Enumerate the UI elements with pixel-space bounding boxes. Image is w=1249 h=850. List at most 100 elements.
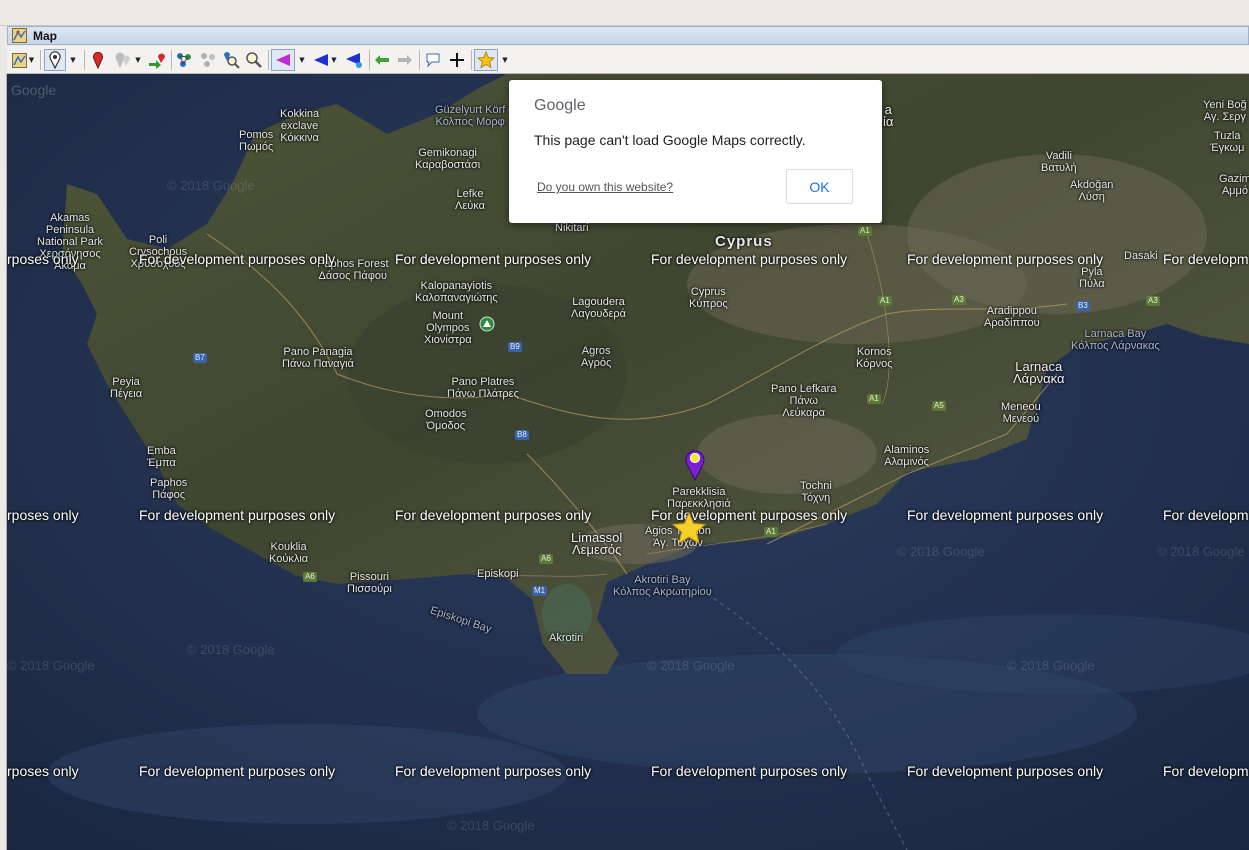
place-label-nicosia-fragment: a ία — [883, 102, 894, 129]
map-panel-titlebar: Map — [7, 26, 1249, 45]
crosshair-button[interactable] — [447, 49, 467, 71]
place-label-limassol: Limassol Λεμεσός — [571, 530, 623, 557]
blue-arrow-button[interactable]: ▼ — [309, 49, 341, 71]
toolbar-divider — [419, 50, 420, 70]
place-label-paphos: Paphos Πάφος — [150, 477, 188, 501]
google-logo: Google — [11, 82, 57, 98]
maps-error-dialog: Google This page can't load Google Maps … — [509, 80, 882, 223]
place-label-peyia: Peyia Πέγεια — [110, 376, 143, 400]
place-label-meneou: Meneou Μενεού — [1001, 401, 1041, 425]
dev-watermark: For development purposes only — [907, 507, 1104, 523]
dev-watermark: rposes only — [7, 507, 79, 523]
place-label-kouklia: Kouklia Κούκλια — [269, 541, 309, 565]
magnify-pins-icon — [224, 52, 240, 69]
toolbar-divider — [40, 50, 41, 70]
red-marker-button[interactable] — [88, 49, 108, 71]
place-label-episkopi: Episkopi — [477, 568, 519, 580]
road-shield-a5: A5 — [932, 401, 946, 411]
road-shield-a1: A1 — [858, 226, 872, 236]
annotation-button[interactable] — [423, 49, 443, 71]
blue-arrow-alt-button[interactable] — [343, 49, 365, 71]
grey-right-arrow-icon — [398, 55, 412, 65]
place-label-emba: Emba Έμπα — [147, 445, 176, 469]
cluster-faded-icon — [201, 53, 215, 67]
place-label-pomos: Pomos Πωμός — [239, 129, 274, 153]
green-left-arrow-icon — [375, 55, 389, 65]
road-shield-a1: A1 — [867, 394, 881, 404]
favorite-dropdown[interactable]: ▼ — [499, 49, 509, 71]
find-markers-button[interactable] — [221, 49, 241, 71]
road-shield-a3: A3 — [1146, 296, 1160, 306]
location-marker-pin-icon[interactable] — [684, 447, 706, 481]
map-window-icon — [12, 28, 27, 43]
place-label-larnaca-bay: Larnaca Bay Κόλπος Λάρνακας — [1071, 328, 1160, 352]
place-label-kornos: Kornos Κόρνος — [856, 346, 893, 370]
place-label-kalopanayiotis: Kalopanayiotis Καλοπαναγιώτης — [415, 280, 498, 304]
ok-button[interactable]: OK — [786, 169, 853, 204]
place-label-gemikonagi: Gemikonagi Καραβοστάσι — [415, 147, 481, 171]
cluster-faded-button[interactable] — [198, 49, 218, 71]
own-website-link[interactable]: Do you own this website? — [537, 180, 673, 194]
place-label-cyprus-small: Cyprus Κύπρος — [689, 286, 728, 310]
place-label-tuzla: Tuzla Έγκωμ — [1210, 130, 1245, 154]
place-label-agros: Agros Αγρός — [581, 345, 612, 369]
route-marker-button[interactable] — [146, 49, 168, 71]
map-type-button[interactable]: ▼ — [10, 49, 36, 71]
toolbar-divider — [369, 50, 370, 70]
marker-tool-button[interactable] — [44, 49, 66, 71]
chevron-down-icon: ▼ — [28, 56, 35, 64]
copyright-watermark: © 2018 Google — [897, 544, 985, 559]
road-shield-a6: A6 — [303, 572, 317, 582]
place-label-pano-panagia: Pano Panagia Πάνω Παναγιά — [282, 346, 354, 370]
cluster-button[interactable] — [174, 49, 194, 71]
zoom-button[interactable] — [244, 49, 264, 71]
dev-watermark: For development purposes only — [907, 763, 1104, 779]
place-label-pyla: Pyla Πύλα — [1079, 266, 1105, 290]
dev-watermark: rposes only — [7, 763, 79, 779]
chevron-down-icon: ▼ — [502, 56, 508, 64]
left-splitter[interactable] — [0, 74, 7, 850]
place-label-nikitari: Nikitari — [555, 222, 589, 234]
chevron-down-icon: ▼ — [135, 56, 141, 64]
chevron-down-icon: ▼ — [331, 56, 337, 64]
road-shield-a3: A3 — [952, 295, 966, 305]
purple-arrow-dropdown[interactable]: ▼ — [296, 49, 306, 71]
dev-watermark: For developm — [1163, 763, 1249, 779]
copyright-watermark: © 2018 Google — [7, 658, 95, 673]
toolbar-divider — [171, 50, 172, 70]
panel-title: Map — [33, 29, 57, 43]
hide-markers-button[interactable]: ▼ — [110, 49, 144, 71]
purple-arrow-button[interactable] — [271, 49, 295, 71]
toolbar-divider — [471, 50, 472, 70]
road-shield-a1: A1 — [764, 527, 778, 537]
road-shield-a1: A1 — [878, 296, 892, 306]
place-label-pano-lefkara: Pano Lefkara Πάνω Λεύκαρα — [771, 383, 837, 419]
favorite-button[interactable] — [474, 49, 498, 71]
dialog-google-brand: Google — [534, 97, 586, 114]
dev-watermark: For development purposes only — [907, 251, 1104, 267]
place-label-vadili: Vadili Βατυλή — [1041, 150, 1077, 174]
favorite-marker-star-icon[interactable] — [672, 512, 706, 544]
country-label-cyprus: Cyprus — [715, 233, 773, 250]
copyright-watermark: © 2018 Google — [1007, 658, 1095, 673]
back-button[interactable] — [372, 49, 392, 71]
place-label-akrotiri: Akrotiri — [549, 632, 584, 644]
magnifier-icon — [246, 52, 262, 68]
place-label-dasaki: Dasaki — [1124, 250, 1158, 262]
toolbar-divider — [84, 50, 85, 70]
cluster-icon — [177, 53, 191, 67]
toolbar-divider — [268, 50, 269, 70]
marker-tool-dropdown[interactable]: ▼ — [67, 49, 77, 71]
dev-watermark: rposes only — [7, 251, 79, 267]
map-type-icon — [11, 52, 27, 68]
forward-button[interactable] — [395, 49, 415, 71]
plus-icon — [450, 53, 464, 67]
red-pin-icon — [93, 51, 103, 69]
blue-arrow-alt-icon — [346, 53, 362, 68]
purple-arrow-icon — [276, 54, 290, 66]
copyright-watermark: © 2018 Google — [167, 178, 255, 193]
place-label-guzelyurt: Güzelyurt Körf Κόλπος Μορφ — [435, 104, 506, 128]
dialog-message: This page can't load Google Maps correct… — [534, 132, 806, 148]
dev-watermark: For developm — [1163, 251, 1249, 267]
place-label-mount-olympos: Mount Olympos Χιονίστρα — [424, 310, 472, 346]
